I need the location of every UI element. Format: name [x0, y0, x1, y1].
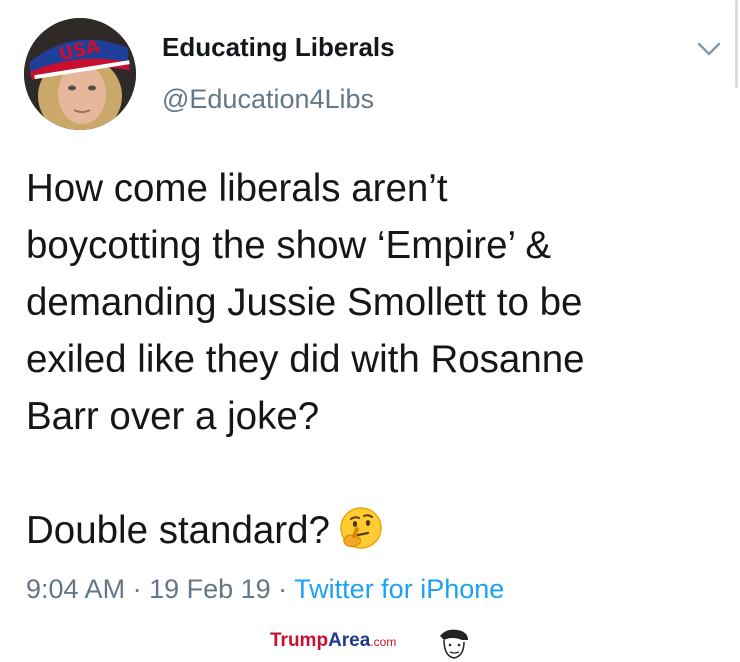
tweet-time[interactable]: 9:04 AM	[26, 574, 125, 604]
avatar[interactable]: USA	[24, 18, 136, 130]
tweet-line: Barr over a joke?	[26, 395, 320, 438]
watermark-part1: Trump	[270, 630, 329, 651]
watermark-part2: Area	[328, 630, 371, 651]
meta-separator: ·	[270, 574, 295, 604]
tweet-line: demanding Jussie Smollett to be	[26, 281, 583, 324]
thinking-face-icon	[340, 507, 382, 549]
watermark-logo-icon	[440, 629, 468, 659]
tweet-date[interactable]: 19 Feb 19	[149, 574, 271, 604]
watermark-part3: .com	[370, 635, 397, 649]
tweet-source-link[interactable]: Twitter for iPhone	[294, 574, 504, 604]
tweet-line: exiled like they did with Rosanne	[26, 338, 585, 381]
tweet-line: How come liberals aren’t	[26, 167, 448, 210]
display-name[interactable]: Educating Liberals	[162, 32, 395, 63]
tweet-meta: 9:04 AM · 19 Feb 19 · Twitter for iPhone	[26, 574, 504, 605]
scrollbar[interactable]	[735, 0, 738, 88]
chevron-down-icon[interactable]	[694, 36, 724, 62]
avatar-image: USA	[24, 18, 136, 130]
user-handle[interactable]: @Education4Libs	[162, 84, 374, 115]
tweet-closing-text: Double standard?	[26, 509, 330, 552]
watermark: TrumpArea.com	[270, 630, 396, 652]
tweet-card: USA Educating Liberals @Education4Libs H…	[0, 0, 740, 662]
tweet-closing-line: Double standard?	[26, 502, 716, 559]
tweet-text: How come liberals aren’t boycotting the …	[26, 160, 716, 559]
meta-separator: ·	[125, 574, 150, 604]
tweet-line: boycotting the show ‘Empire’ &	[26, 224, 551, 267]
